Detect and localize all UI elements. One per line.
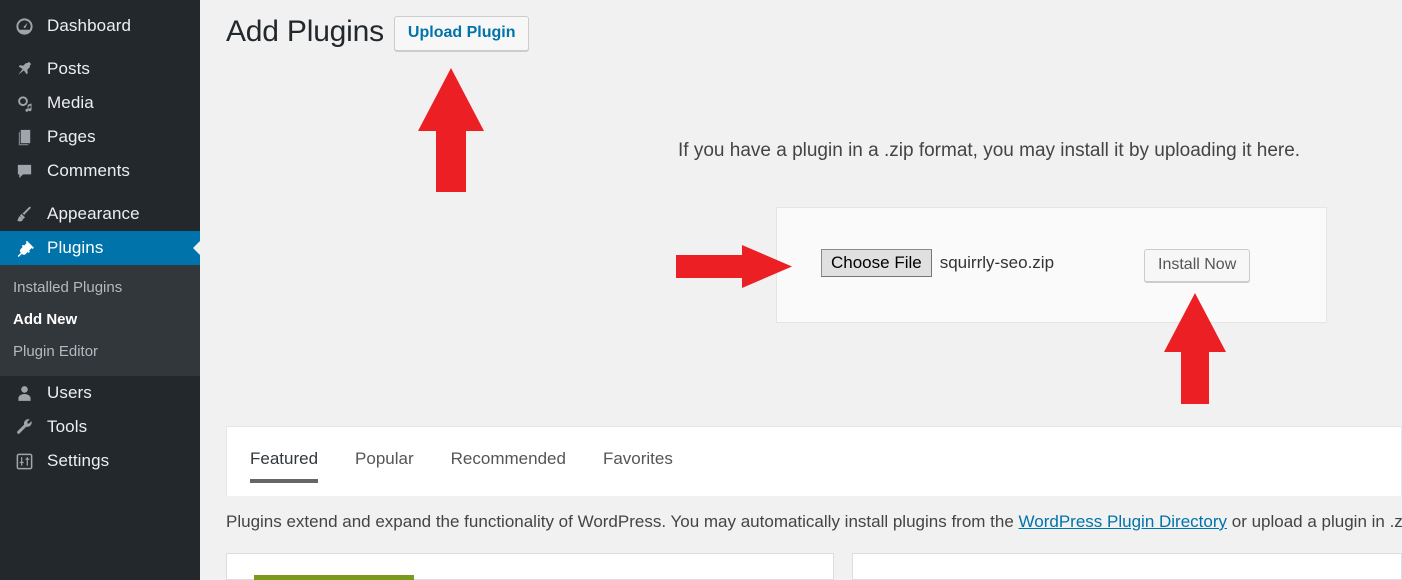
tab-featured[interactable]: Featured xyxy=(250,449,319,483)
sliders-icon xyxy=(13,450,35,472)
arrow-right-pointing-to-choose-file xyxy=(676,245,792,288)
pages-icon xyxy=(13,126,35,148)
tab-favorites[interactable]: Favorites xyxy=(603,449,673,483)
wordpress-plugin-directory-link[interactable]: WordPress Plugin Directory xyxy=(1019,512,1227,531)
wrench-icon xyxy=(13,416,35,438)
description-part-1: Plugins extend and expand the functional… xyxy=(226,512,1019,531)
sidebar-item-users[interactable]: Users xyxy=(0,376,200,410)
plugin-filter-tabs: Featured Popular Recommended Favorites xyxy=(250,449,710,483)
sidebar-item-media[interactable]: Media xyxy=(0,86,200,120)
description-part-2: or upload a plugin in .zip format via th… xyxy=(1231,512,1402,531)
dashboard-icon xyxy=(13,15,35,37)
chosen-file-name: squirrly-seo.zip xyxy=(939,253,1055,273)
sidebar-item-label: Tools xyxy=(47,417,88,437)
main-content: Add Plugins Upload Plugin If you have a … xyxy=(200,0,1402,580)
sidebar-item-plugins[interactable]: Plugins xyxy=(0,231,200,265)
submenu-item-plugin-editor[interactable]: Plugin Editor xyxy=(0,336,200,368)
sidebar-item-tools[interactable]: Tools xyxy=(0,410,200,444)
arrow-up-pointing-to-install-now xyxy=(1164,293,1226,404)
sidebar-item-label: Media xyxy=(47,93,94,112)
tab-recommended[interactable]: Recommended xyxy=(451,449,566,483)
tab-popular[interactable]: Popular xyxy=(355,449,414,483)
plugin-card[interactable] xyxy=(226,553,834,580)
upload-plugin-button[interactable]: Upload Plugin xyxy=(393,16,530,51)
plugin-card-banner xyxy=(254,575,414,580)
arrow-up-pointing-to-upload-plugin xyxy=(418,68,484,192)
user-icon xyxy=(13,382,35,404)
plugins-submenu: Installed Plugins Add New Plugin Editor xyxy=(0,265,200,377)
plug-icon xyxy=(13,237,35,259)
upload-file-row: Choose File squirrly-seo.zip xyxy=(821,249,1055,278)
sidebar-item-label: Posts xyxy=(47,59,91,78)
sidebar-item-label: Plugins xyxy=(47,238,104,257)
sidebar-item-posts[interactable]: Posts xyxy=(0,52,200,86)
sidebar-item-pages[interactable]: Pages xyxy=(0,120,200,154)
sidebar-item-label: Comments xyxy=(47,161,130,180)
sidebar-item-dashboard[interactable]: Dashboard xyxy=(0,9,200,43)
page-title: Add Plugins xyxy=(226,14,384,48)
sidebar-item-settings[interactable]: Settings xyxy=(0,444,200,478)
submenu-item-add-new[interactable]: Add New xyxy=(0,304,200,336)
upload-intro-text: If you have a plugin in a .zip format, y… xyxy=(678,140,1301,161)
sidebar-item-appearance[interactable]: Appearance xyxy=(0,197,200,231)
plugin-card[interactable] xyxy=(852,553,1402,580)
sidebar-item-label: Dashboard xyxy=(47,16,132,35)
page-header: Add Plugins Upload Plugin xyxy=(226,14,530,51)
submenu-item-installed-plugins[interactable]: Installed Plugins xyxy=(0,272,200,304)
sidebar-item-comments[interactable]: Comments xyxy=(0,154,200,188)
screen: Dashboard Posts Media Pages Comments App… xyxy=(0,0,1402,580)
media-icon xyxy=(13,92,35,114)
paintbrush-icon xyxy=(13,203,35,225)
choose-file-button[interactable]: Choose File xyxy=(821,249,932,278)
comment-bubble-icon xyxy=(13,160,35,182)
plugins-description: Plugins extend and expand the functional… xyxy=(226,512,1402,532)
admin-sidebar: Dashboard Posts Media Pages Comments App… xyxy=(0,0,200,580)
plugin-browse-panel: Featured Popular Recommended Favorites xyxy=(226,426,1402,496)
sidebar-item-label: Pages xyxy=(47,127,96,146)
install-now-button[interactable]: Install Now xyxy=(1144,249,1251,282)
sidebar-item-label: Settings xyxy=(47,451,110,471)
sidebar-item-label: Appearance xyxy=(47,204,140,223)
pin-icon xyxy=(13,58,35,80)
sidebar-item-label: Users xyxy=(47,383,92,403)
plugin-upload-box: Choose File squirrly-seo.zip Install Now xyxy=(776,207,1327,323)
